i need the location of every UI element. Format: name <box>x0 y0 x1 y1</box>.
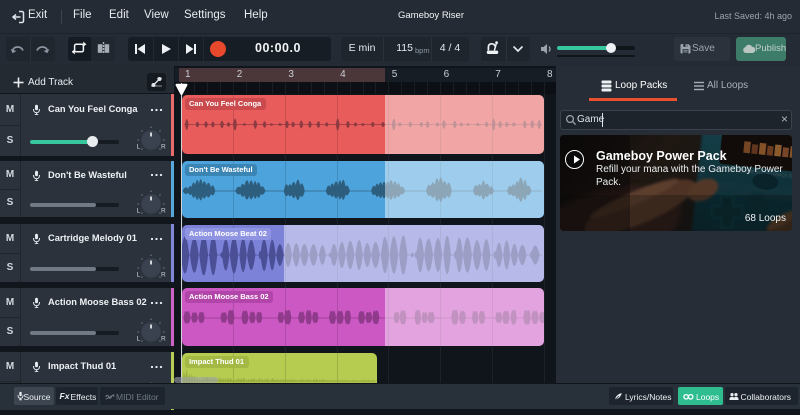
svg-text:L: L <box>137 272 141 279</box>
svg-text:L: L <box>137 208 141 215</box>
svg-text:L: L <box>137 144 141 151</box>
svg-text:L: L <box>137 336 141 343</box>
svg-text:R: R <box>161 336 166 343</box>
svg-text:R: R <box>161 144 166 151</box>
svg-text:R: R <box>161 208 166 215</box>
svg-text:R: R <box>161 272 166 279</box>
